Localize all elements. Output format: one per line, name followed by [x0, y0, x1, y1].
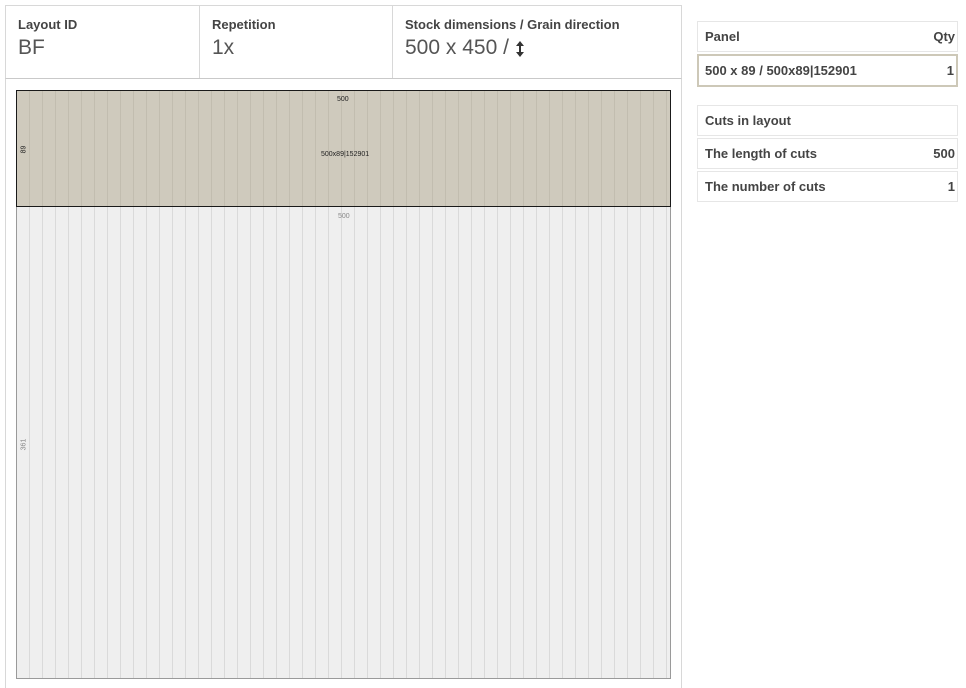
- vertical-double-arrow-icon: [515, 39, 525, 57]
- repetition-value: 1x: [212, 36, 235, 59]
- cuts-length-row: The length of cuts 500: [697, 138, 958, 169]
- panel-column-header: Panel: [705, 29, 740, 44]
- panels-table-row[interactable]: 500 x 89 / 500x89|152901 1: [697, 54, 958, 87]
- offcut-width-label: 500: [338, 213, 350, 220]
- layout-id-label: Layout ID: [18, 17, 78, 32]
- panel-width-label: 500: [337, 96, 349, 103]
- stock-label: Stock dimensions / Grain direction: [405, 17, 620, 32]
- cuts-length-label: The length of cuts: [705, 146, 817, 161]
- offcut-height-label: 361: [20, 438, 28, 451]
- qty-column-header: Qty: [933, 29, 955, 44]
- stock-value: 500 x 450 /: [405, 36, 509, 59]
- cuts-count-label: The number of cuts: [705, 179, 826, 194]
- layout-id-value: BF: [18, 36, 45, 59]
- cuts-table-title: Cuts in layout: [697, 105, 958, 136]
- repetition-label: Repetition: [212, 17, 276, 32]
- cuts-count-row: The number of cuts 1: [697, 171, 958, 202]
- panel-name-label: 500x89|152901: [321, 151, 370, 158]
- cuts-count-value: 1: [947, 179, 955, 194]
- cuts-length-value: 500: [933, 146, 955, 161]
- panel-row-qty: 1: [946, 63, 954, 78]
- cuts-title: Cuts in layout: [705, 113, 791, 128]
- panel-piece[interactable]: [16, 90, 671, 207]
- panels-table-header: Panel Qty: [697, 21, 958, 52]
- cutting-layout-view: Layout ID BF Repetition 1x Stock dimensi…: [0, 0, 966, 688]
- layout-header: Layout ID BF Repetition 1x Stock dimensi…: [5, 5, 682, 79]
- stock-value-row: 500 x 450 /: [405, 35, 681, 61]
- panel-height-label: 89: [20, 145, 28, 154]
- layout-details-panel: Panel Qty 500 x 89 / 500x89|152901 1 Cut…: [697, 21, 958, 204]
- stock-cell: Stock dimensions / Grain direction 500 x…: [392, 6, 681, 78]
- layout-id-cell: Layout ID BF: [6, 6, 199, 78]
- panel-row-name: 500 x 89 / 500x89|152901: [705, 63, 857, 78]
- repetition-cell: Repetition 1x: [199, 6, 392, 78]
